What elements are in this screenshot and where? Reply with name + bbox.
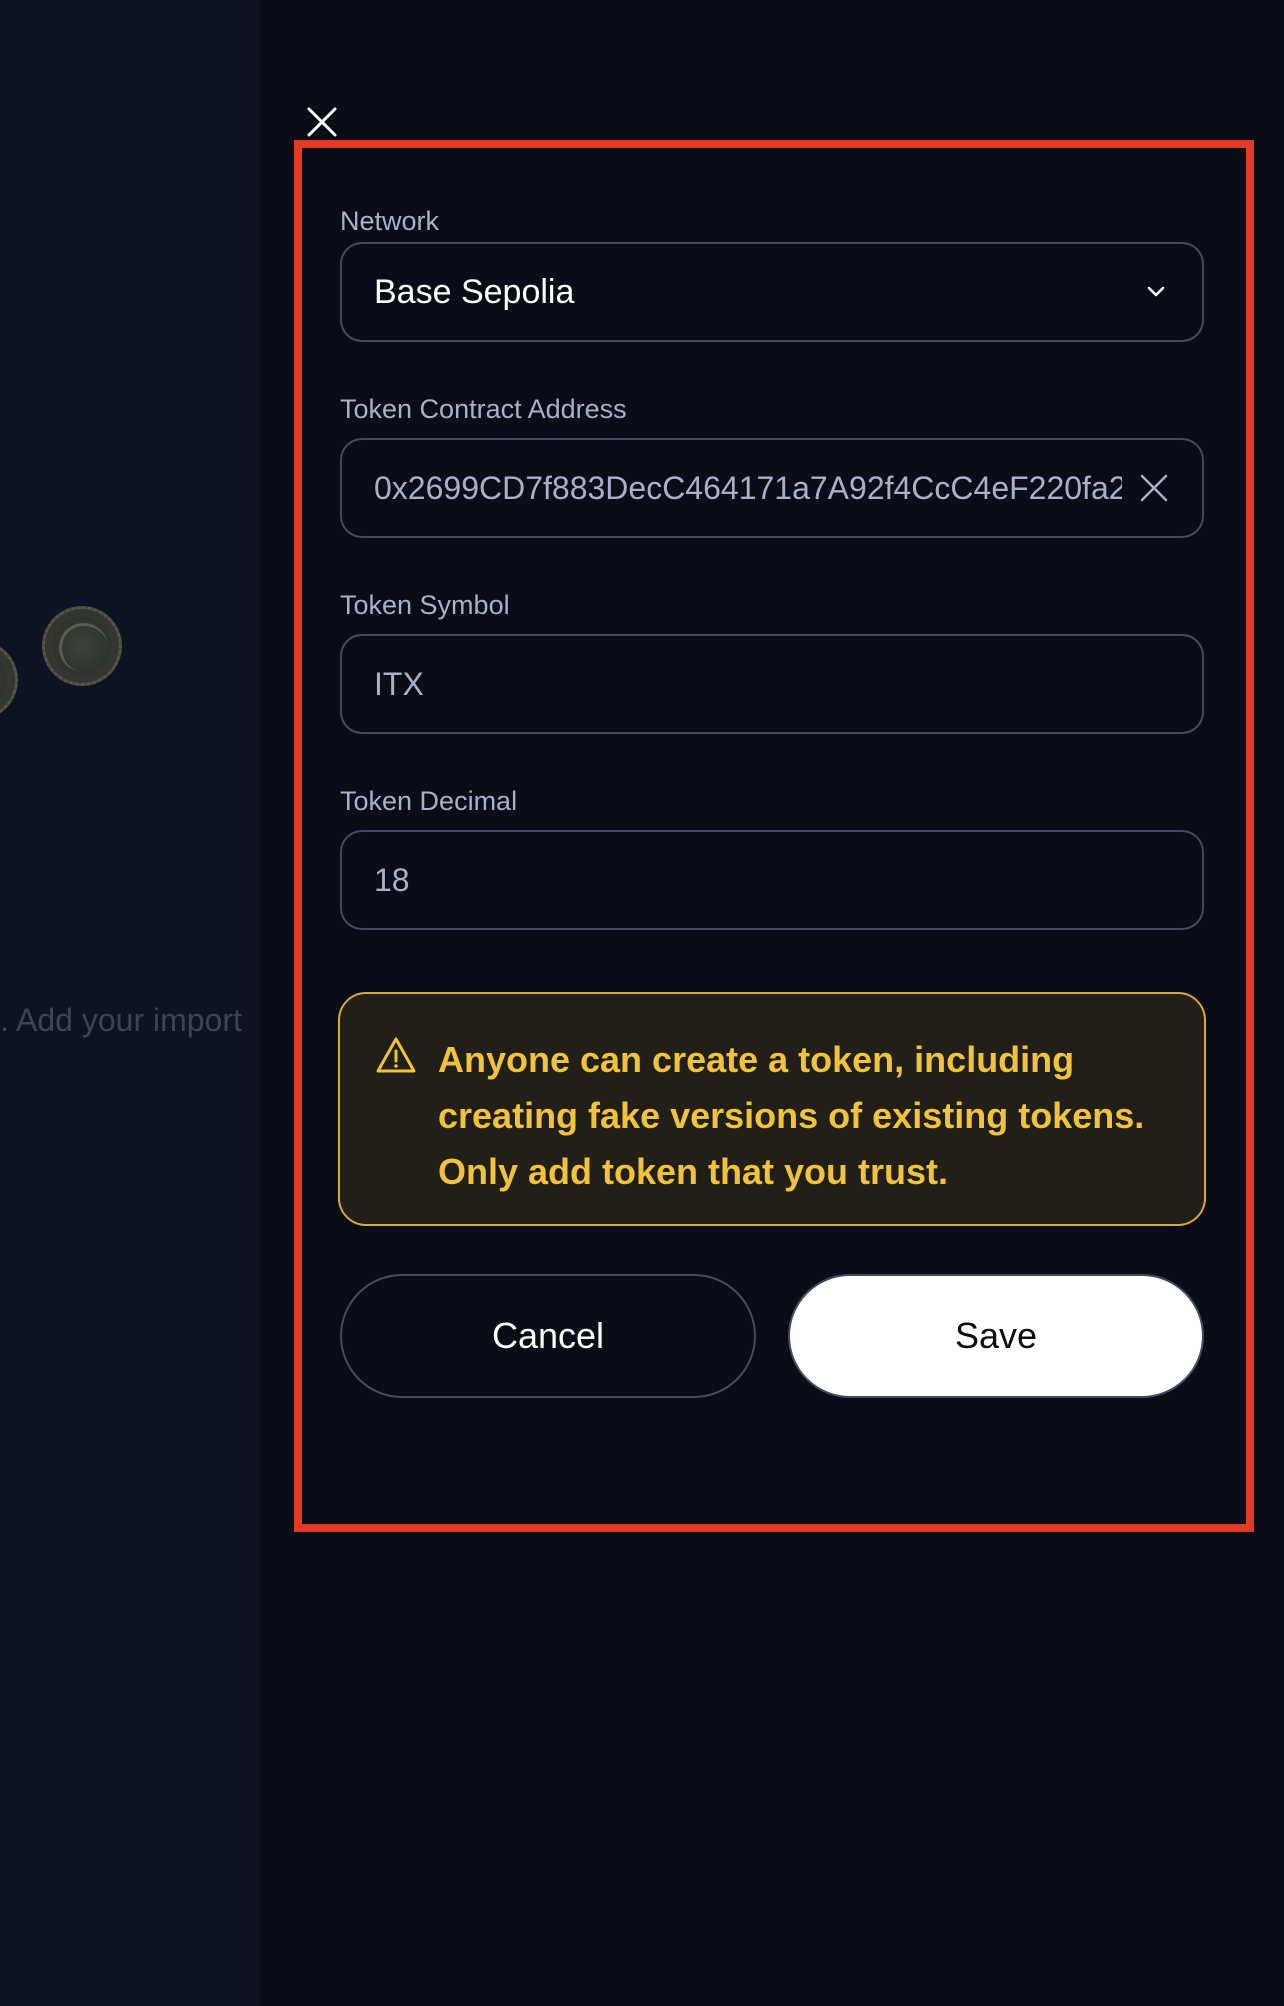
clear-icon[interactable]: [1138, 472, 1170, 504]
coin-icon: [0, 640, 18, 720]
warning-icon: [376, 1037, 416, 1073]
close-icon[interactable]: [306, 106, 338, 138]
coin-icon: [42, 606, 122, 686]
contract-address-value: 0x2699CD7f883DecC464171a7A92f4CcC4eF220f…: [374, 469, 1122, 506]
contract-address-input[interactable]: 0x2699CD7f883DecC464171a7A92f4CcC4eF220f…: [340, 438, 1204, 538]
network-label: Network: [340, 206, 440, 236]
token-symbol-label: Token Symbol: [340, 590, 510, 620]
token-decimal-value: 18: [374, 861, 410, 898]
background-page: . Add your import: [0, 0, 260, 2006]
warning-text: Anyone can create a token, including cre…: [438, 1039, 1145, 1192]
token-decimal-input[interactable]: 18: [340, 830, 1204, 930]
token-symbol-value: ITX: [374, 665, 424, 702]
network-value: Base Sepolia: [374, 272, 575, 311]
page: . Add your import Network Base Sepolia T…: [0, 0, 1284, 2006]
save-button[interactable]: Save: [788, 1274, 1204, 1398]
network-select[interactable]: Base Sepolia: [340, 242, 1204, 342]
contract-address-label: Token Contract Address: [340, 394, 627, 424]
cancel-button[interactable]: Cancel: [340, 1274, 756, 1398]
token-symbol-input[interactable]: ITX: [340, 634, 1204, 734]
background-hint-text: . Add your import: [0, 1002, 242, 1038]
warning-banner: Anyone can create a token, including cre…: [338, 992, 1206, 1226]
chevron-down-icon: [1147, 286, 1165, 297]
token-decimal-label: Token Decimal: [340, 786, 518, 816]
